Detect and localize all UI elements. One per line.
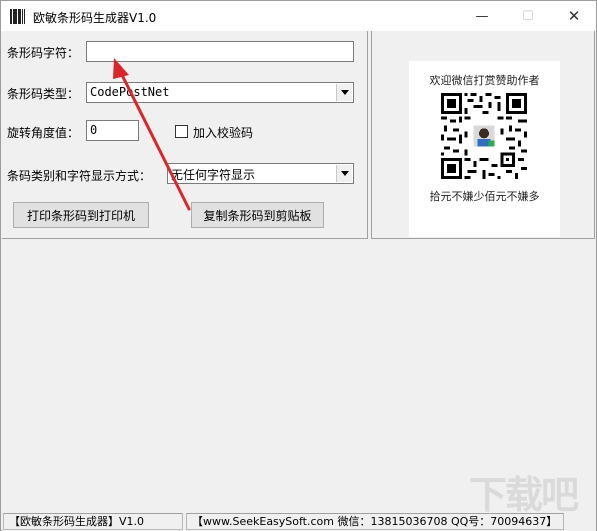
rotation-input[interactable]: 0 <box>86 120 139 141</box>
title-bar[interactable]: 欧敏条形码生成器V1.0 — ☐ ✕ <box>1 1 596 31</box>
status-app-version: 【欧敏条形码生成器】V1.0 <box>3 513 183 530</box>
status-contact-info: 【www.SeekEasySoft.com 微信：13815036708 QQ号… <box>186 513 564 530</box>
status-bar: 【欧敏条形码生成器】V1.0 【www.SeekEasySoft.com 微信：… <box>2 512 596 531</box>
app-window: 欧敏条形码生成器V1.0 — ☐ ✕ 条形码字符： 条形码类型： CodePos… <box>0 0 597 531</box>
barcode-text-input[interactable] <box>86 41 354 62</box>
barcode-type-label: 条形码类型： <box>7 87 80 101</box>
minimize-icon: — <box>475 8 489 24</box>
donation-panel: 欢迎微信打赏赞助作者 拾元不嫌少佰元不嫌多 <box>371 31 595 239</box>
checksum-label[interactable]: 加入校验码 <box>193 124 253 141</box>
window-title: 欧敏条形码生成器V1.0 <box>33 11 157 25</box>
checksum-checkbox[interactable] <box>175 125 188 138</box>
close-icon: ✕ <box>567 7 581 25</box>
barcode-app-icon <box>10 9 25 24</box>
display-mode-select[interactable]: 无任何字符显示 <box>167 163 354 184</box>
barcode-type-value: CodePostNet <box>90 85 170 99</box>
watermark-logo: 下载吧 <box>469 472 579 517</box>
donation-card: 欢迎微信打赏赞助作者 拾元不嫌少佰元不嫌多 <box>409 61 560 237</box>
wechat-qr-code-image <box>441 93 527 179</box>
copy-barcode-button[interactable]: 复制条形码到剪贴板 <box>191 202 324 228</box>
barcode-type-select[interactable]: CodePostNet <box>86 82 354 103</box>
rotation-label: 旋转角度值： <box>7 126 80 140</box>
maximize-button[interactable]: ☐ <box>505 1 551 31</box>
display-mode-label: 条码类别和字符显示方式： <box>7 169 152 183</box>
donation-caption-bottom: 拾元不嫌少佰元不嫌多 <box>429 190 540 203</box>
print-barcode-button[interactable]: 打印条形码到打印机 <box>13 202 149 228</box>
barcode-text-label: 条形码字符： <box>7 46 80 60</box>
barcode-settings-panel: 条形码字符： 条形码类型： CodePostNet 旋转角度值： 0 加入校验码… <box>2 31 368 239</box>
minimize-button[interactable]: — <box>459 1 505 31</box>
close-button[interactable]: ✕ <box>551 1 597 31</box>
display-mode-value: 无任何字符显示 <box>171 168 256 182</box>
donation-caption-top: 欢迎微信打赏赞助作者 <box>429 74 540 87</box>
maximize-icon: ☐ <box>522 8 534 24</box>
chevron-down-icon[interactable] <box>336 165 352 182</box>
chevron-down-icon[interactable] <box>336 84 352 101</box>
